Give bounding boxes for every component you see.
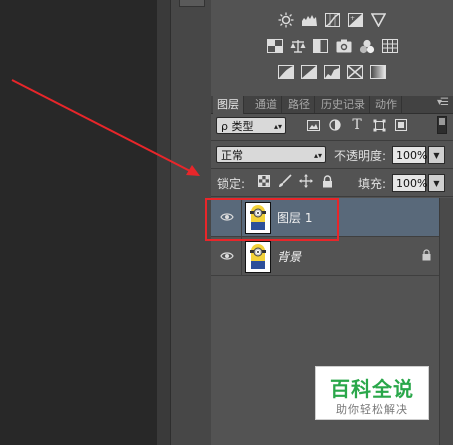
- lock-icons-group: [257, 174, 334, 188]
- brush-icon[interactable]: [278, 174, 292, 188]
- balance-icon[interactable]: [289, 38, 306, 54]
- pixel-filter-icon[interactable]: [305, 118, 321, 132]
- updown-arrow-icon: ▴▾: [313, 151, 322, 160]
- levels-icon[interactable]: [301, 12, 318, 28]
- divider: [211, 168, 453, 169]
- fill-label: 填充:: [358, 177, 387, 191]
- shape-filter-icon[interactable]: [371, 118, 387, 132]
- minion-thumbnail-icon: [250, 244, 266, 269]
- eye-icon[interactable]: [220, 249, 234, 263]
- chevron-down-icon: ▼: [433, 178, 440, 188]
- lock-transparency-icon[interactable]: [257, 174, 271, 188]
- watermark-logo: 百科全说 助你轻松解决: [315, 366, 429, 420]
- move-icon[interactable]: [299, 174, 313, 188]
- tab-paths[interactable]: 路径: [284, 96, 315, 113]
- gradient-triangle-icon[interactable]: [370, 12, 387, 28]
- lock-all-icon[interactable]: [320, 174, 334, 188]
- divider: [211, 140, 453, 141]
- type-filter-icon[interactable]: T: [349, 117, 365, 133]
- exposure-icon[interactable]: +: [347, 12, 364, 28]
- fill-input[interactable]: 100%: [392, 174, 427, 192]
- search-icon: ρ: [221, 120, 228, 133]
- adjustments-row-2: [211, 38, 453, 54]
- fill-dropdown-button[interactable]: ▼: [428, 174, 445, 192]
- canvas-scroll-edge: [157, 0, 170, 445]
- tab-history[interactable]: 历史记录: [317, 96, 370, 113]
- adjustments-row-1: +: [211, 12, 453, 28]
- watermark-subtitle: 助你轻松解决: [336, 403, 408, 416]
- layer-thumbnail: [245, 241, 271, 273]
- blend-mode-value: 正常: [221, 149, 243, 162]
- panel-menu-icon[interactable]: ▾☰: [437, 97, 449, 108]
- filter-icons-group: T: [305, 117, 409, 133]
- type-filter-glyph: T: [352, 117, 362, 133]
- lock-fill-row: 锁定: 填充: 100% ▼: [211, 172, 453, 194]
- svg-text:+: +: [350, 15, 355, 22]
- threshold-icon[interactable]: [324, 64, 341, 80]
- chevron-down-icon: ▼: [433, 150, 440, 160]
- invert-icon[interactable]: [278, 64, 295, 80]
- blend-opacity-row: 正常 ▴▾ 不透明度: 100% ▼: [211, 144, 453, 166]
- blend-mode-select[interactable]: 正常 ▴▾: [216, 146, 326, 163]
- lock-icon: [422, 249, 431, 261]
- watermark-title: 百科全说: [330, 377, 414, 401]
- opacity-label: 不透明度:: [334, 149, 387, 163]
- highlight-box: [205, 198, 339, 241]
- smart-object-filter-icon[interactable]: [393, 118, 409, 132]
- opacity-dropdown-button[interactable]: ▼: [428, 146, 445, 164]
- channel-mixer-icon[interactable]: [358, 38, 375, 54]
- adjustment-filter-icon[interactable]: [327, 118, 343, 132]
- curves-icon[interactable]: [324, 12, 341, 28]
- layer-name[interactable]: 背景: [277, 248, 301, 265]
- photo-filter-icon[interactable]: [335, 38, 352, 54]
- filter-kind-label: 类型: [231, 120, 254, 133]
- color-lookup-icon[interactable]: [381, 38, 398, 54]
- selective-color-icon[interactable]: [347, 64, 364, 80]
- tab-channels[interactable]: 通道: [251, 96, 282, 113]
- layer-filter-row: ρ 类型 ▴▾ T: [211, 114, 453, 138]
- canvas-area: [0, 0, 157, 445]
- posterize-icon[interactable]: [301, 64, 318, 80]
- layer-row-background[interactable]: 背景: [211, 237, 439, 276]
- vibrance-icon[interactable]: [266, 38, 283, 54]
- adjustments-row-3: [211, 64, 453, 80]
- opacity-input[interactable]: 100%: [392, 146, 427, 164]
- gradient-map-icon[interactable]: [370, 64, 387, 80]
- divider: [211, 196, 453, 197]
- dock-collapse-handle[interactable]: [179, 0, 205, 7]
- brightness-icon[interactable]: [278, 12, 295, 28]
- layers-panel-tabbar: 图层 通道 路径 历史记录 动作 ▾☰: [211, 96, 453, 114]
- layers-scrollbar[interactable]: [439, 198, 453, 445]
- tab-actions[interactable]: 动作: [371, 96, 402, 113]
- tab-layers[interactable]: 图层: [213, 96, 244, 114]
- filter-kind-select[interactable]: ρ 类型 ▴▾: [216, 117, 286, 134]
- bw-icon[interactable]: [312, 38, 329, 54]
- updown-arrow-icon: ▴▾: [273, 122, 282, 131]
- filter-toggle-switch[interactable]: [437, 116, 447, 134]
- lock-label: 锁定:: [217, 177, 246, 191]
- visibility-column: [211, 237, 242, 275]
